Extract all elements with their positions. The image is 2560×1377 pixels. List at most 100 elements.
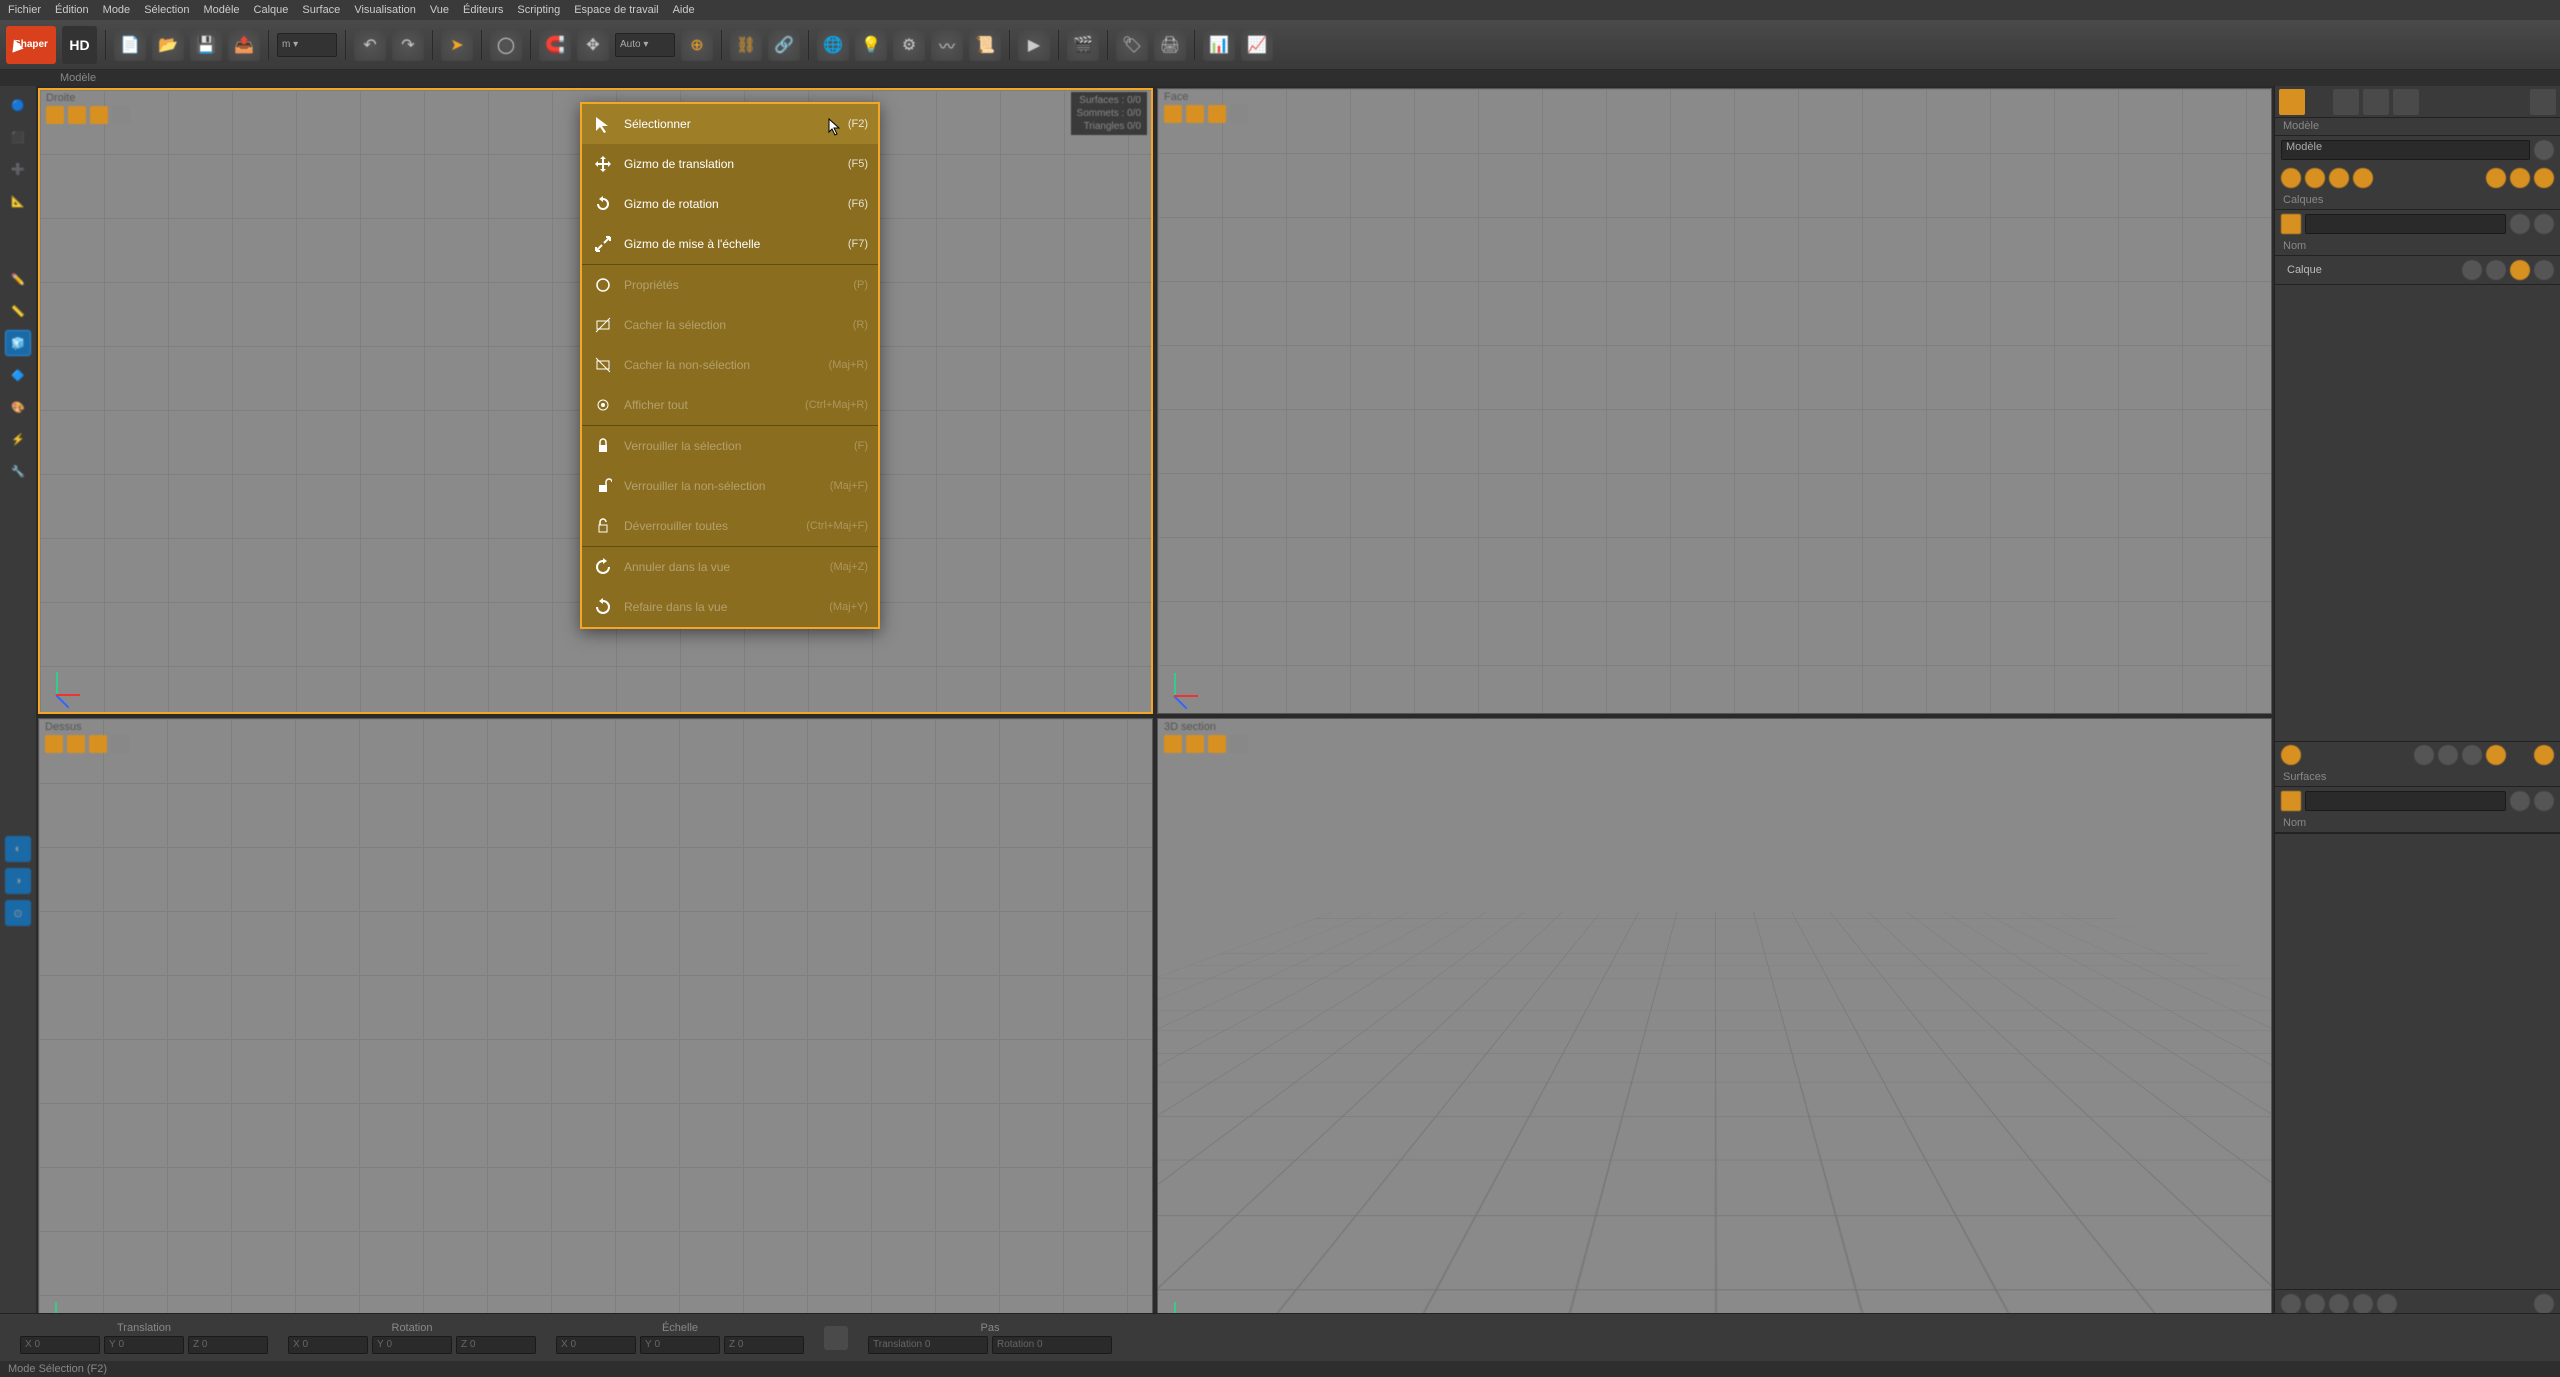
menu-fichier[interactable]: Fichier bbox=[8, 4, 41, 16]
footer-tool-icon[interactable] bbox=[2281, 1294, 2301, 1314]
tz-field[interactable]: Z 0 bbox=[188, 1336, 268, 1354]
vp-control-icon[interactable] bbox=[90, 106, 108, 124]
layer-lock-icon[interactable] bbox=[2462, 260, 2482, 280]
panel-icon[interactable] bbox=[2353, 168, 2373, 188]
export-icon[interactable]: 📤 bbox=[228, 29, 260, 61]
vp-control-icon[interactable] bbox=[45, 735, 63, 753]
view-mode-3-icon[interactable]: ⊙ bbox=[5, 900, 31, 926]
save-icon[interactable]: 💾 bbox=[190, 29, 222, 61]
panel-icon[interactable] bbox=[2510, 168, 2530, 188]
sz-field[interactable]: Z 0 bbox=[724, 1336, 804, 1354]
layer-name-field[interactable] bbox=[2305, 214, 2506, 234]
panel-tab-5-icon[interactable] bbox=[2530, 89, 2556, 115]
select-tool-icon[interactable]: ➤ bbox=[441, 29, 473, 61]
tool-j-icon[interactable]: 🔧 bbox=[5, 458, 31, 484]
tx-field[interactable]: X 0 bbox=[20, 1336, 100, 1354]
menu-bar[interactable]: Fichier Édition Mode Sélection Modèle Ca… bbox=[0, 0, 2560, 20]
panel-icon[interactable] bbox=[2281, 168, 2301, 188]
vp-control-icon[interactable] bbox=[1208, 105, 1226, 123]
viewport-bottom-right[interactable]: 3D section bbox=[1157, 718, 2272, 1344]
render-icon[interactable]: 🎬 bbox=[1067, 29, 1099, 61]
tool-i-icon[interactable]: ⚡ bbox=[5, 426, 31, 452]
units-dropdown[interactable]: m ▾ bbox=[277, 33, 337, 57]
vp-control-icon[interactable] bbox=[1230, 105, 1248, 123]
surface-color-icon[interactable] bbox=[2281, 791, 2301, 811]
vp-control-icon[interactable] bbox=[68, 106, 86, 124]
panel-tab-2-icon[interactable] bbox=[2333, 89, 2359, 115]
open-icon[interactable]: 📂 bbox=[152, 29, 184, 61]
menu-visualisation[interactable]: Visualisation bbox=[354, 4, 416, 16]
panel-icon[interactable] bbox=[2329, 168, 2349, 188]
tool-c-icon[interactable]: ➕ bbox=[5, 156, 31, 182]
tool-e-icon[interactable]: ✏️ bbox=[5, 266, 31, 292]
menu-editeurs[interactable]: Éditeurs bbox=[463, 4, 503, 16]
tool-a-icon[interactable]: 🔵 bbox=[5, 92, 31, 118]
redo-icon[interactable]: ↷ bbox=[392, 29, 424, 61]
panel-icon[interactable] bbox=[2305, 168, 2325, 188]
surface-action-icon[interactable] bbox=[2510, 791, 2530, 811]
script-icon[interactable]: 📜 bbox=[969, 29, 1001, 61]
snap-mode-dropdown[interactable]: Auto ▾ bbox=[615, 33, 675, 57]
footer-tool-icon[interactable] bbox=[2305, 1294, 2325, 1314]
panel-icon[interactable] bbox=[2534, 168, 2554, 188]
new-file-icon[interactable]: 📄 bbox=[114, 29, 146, 61]
surface-tool-icon[interactable] bbox=[2414, 745, 2434, 765]
hierarchy-icon[interactable]: ⛓ bbox=[730, 29, 762, 61]
ry-field[interactable]: Y 0 bbox=[372, 1336, 452, 1354]
surface-tool-icon[interactable] bbox=[2281, 745, 2301, 765]
vp-control-icon[interactable] bbox=[1208, 735, 1226, 753]
light-icon[interactable]: 💡 bbox=[855, 29, 887, 61]
context-menu-item[interactable]: Gizmo de translation(F5) bbox=[582, 144, 878, 184]
panel-icon[interactable] bbox=[2486, 168, 2506, 188]
footer-tool-icon[interactable] bbox=[2329, 1294, 2349, 1314]
menu-aide[interactable]: Aide bbox=[673, 4, 695, 16]
layer-color-icon[interactable] bbox=[2281, 214, 2301, 234]
surface-tool-icon[interactable] bbox=[2462, 745, 2482, 765]
menu-selection[interactable]: Sélection bbox=[144, 4, 189, 16]
rz-field[interactable]: Z 0 bbox=[456, 1336, 536, 1354]
globe-icon[interactable]: 🌐 bbox=[817, 29, 849, 61]
undo-icon[interactable]: ↶ bbox=[354, 29, 386, 61]
print-icon[interactable]: 🖨 bbox=[1154, 29, 1186, 61]
menu-modele[interactable]: Modèle bbox=[203, 4, 239, 16]
vp-control-icon[interactable] bbox=[1164, 105, 1182, 123]
viewport-bottom-left[interactable]: Dessus bbox=[38, 718, 1153, 1344]
link-icon[interactable]: 🔗 bbox=[768, 29, 800, 61]
surface-tool-icon[interactable] bbox=[2486, 745, 2506, 765]
vp-control-icon[interactable] bbox=[1186, 735, 1204, 753]
footer-tool-icon[interactable] bbox=[2534, 1294, 2554, 1314]
vp-control-icon[interactable] bbox=[46, 106, 64, 124]
lasso-icon[interactable]: ◯ bbox=[490, 29, 522, 61]
footer-tool-icon[interactable] bbox=[2377, 1294, 2397, 1314]
ty-field[interactable]: Y 0 bbox=[104, 1336, 184, 1354]
vp-control-icon[interactable] bbox=[1230, 735, 1248, 753]
layer-vis-icon[interactable] bbox=[2486, 260, 2506, 280]
surface-action-icon[interactable] bbox=[2534, 791, 2554, 811]
model-dropdown[interactable]: Modèle bbox=[2281, 140, 2530, 160]
viewport-top-right[interactable]: Face bbox=[1157, 88, 2272, 714]
tool-d-icon[interactable]: 📐 bbox=[5, 188, 31, 214]
rx-field[interactable]: X 0 bbox=[288, 1336, 368, 1354]
layer-action-icon[interactable] bbox=[2534, 214, 2554, 234]
modifier-icon[interactable]: ⚙ bbox=[893, 29, 925, 61]
vp-control-icon[interactable] bbox=[89, 735, 107, 753]
panel-add-icon[interactable] bbox=[2534, 140, 2554, 160]
menu-calque[interactable]: Calque bbox=[254, 4, 289, 16]
pivot-icon[interactable]: ⊕ bbox=[681, 29, 713, 61]
tool-f-icon[interactable]: 📏 bbox=[5, 298, 31, 324]
deform-icon[interactable]: 〰 bbox=[931, 29, 963, 61]
vp-control-icon[interactable] bbox=[111, 735, 129, 753]
footer-tool-icon[interactable] bbox=[2353, 1294, 2373, 1314]
transform-mode-icon[interactable] bbox=[824, 1326, 848, 1350]
sy-field[interactable]: Y 0 bbox=[640, 1336, 720, 1354]
app-logo[interactable]: Shaper bbox=[6, 26, 56, 64]
panel-tab-3-icon[interactable] bbox=[2363, 89, 2389, 115]
tag-icon[interactable]: 🏷 bbox=[1116, 29, 1148, 61]
step-rot-field[interactable]: Rotation 0 bbox=[992, 1336, 1112, 1354]
context-menu-item[interactable]: Gizmo de mise à l'échelle(F7) bbox=[582, 224, 878, 264]
menu-surface[interactable]: Surface bbox=[302, 4, 340, 16]
tool-g-icon[interactable]: 🔷 bbox=[5, 362, 31, 388]
surface-name-field[interactable] bbox=[2305, 791, 2506, 811]
layer-action-icon[interactable] bbox=[2510, 214, 2530, 234]
panel-tab-4-icon[interactable] bbox=[2393, 89, 2419, 115]
